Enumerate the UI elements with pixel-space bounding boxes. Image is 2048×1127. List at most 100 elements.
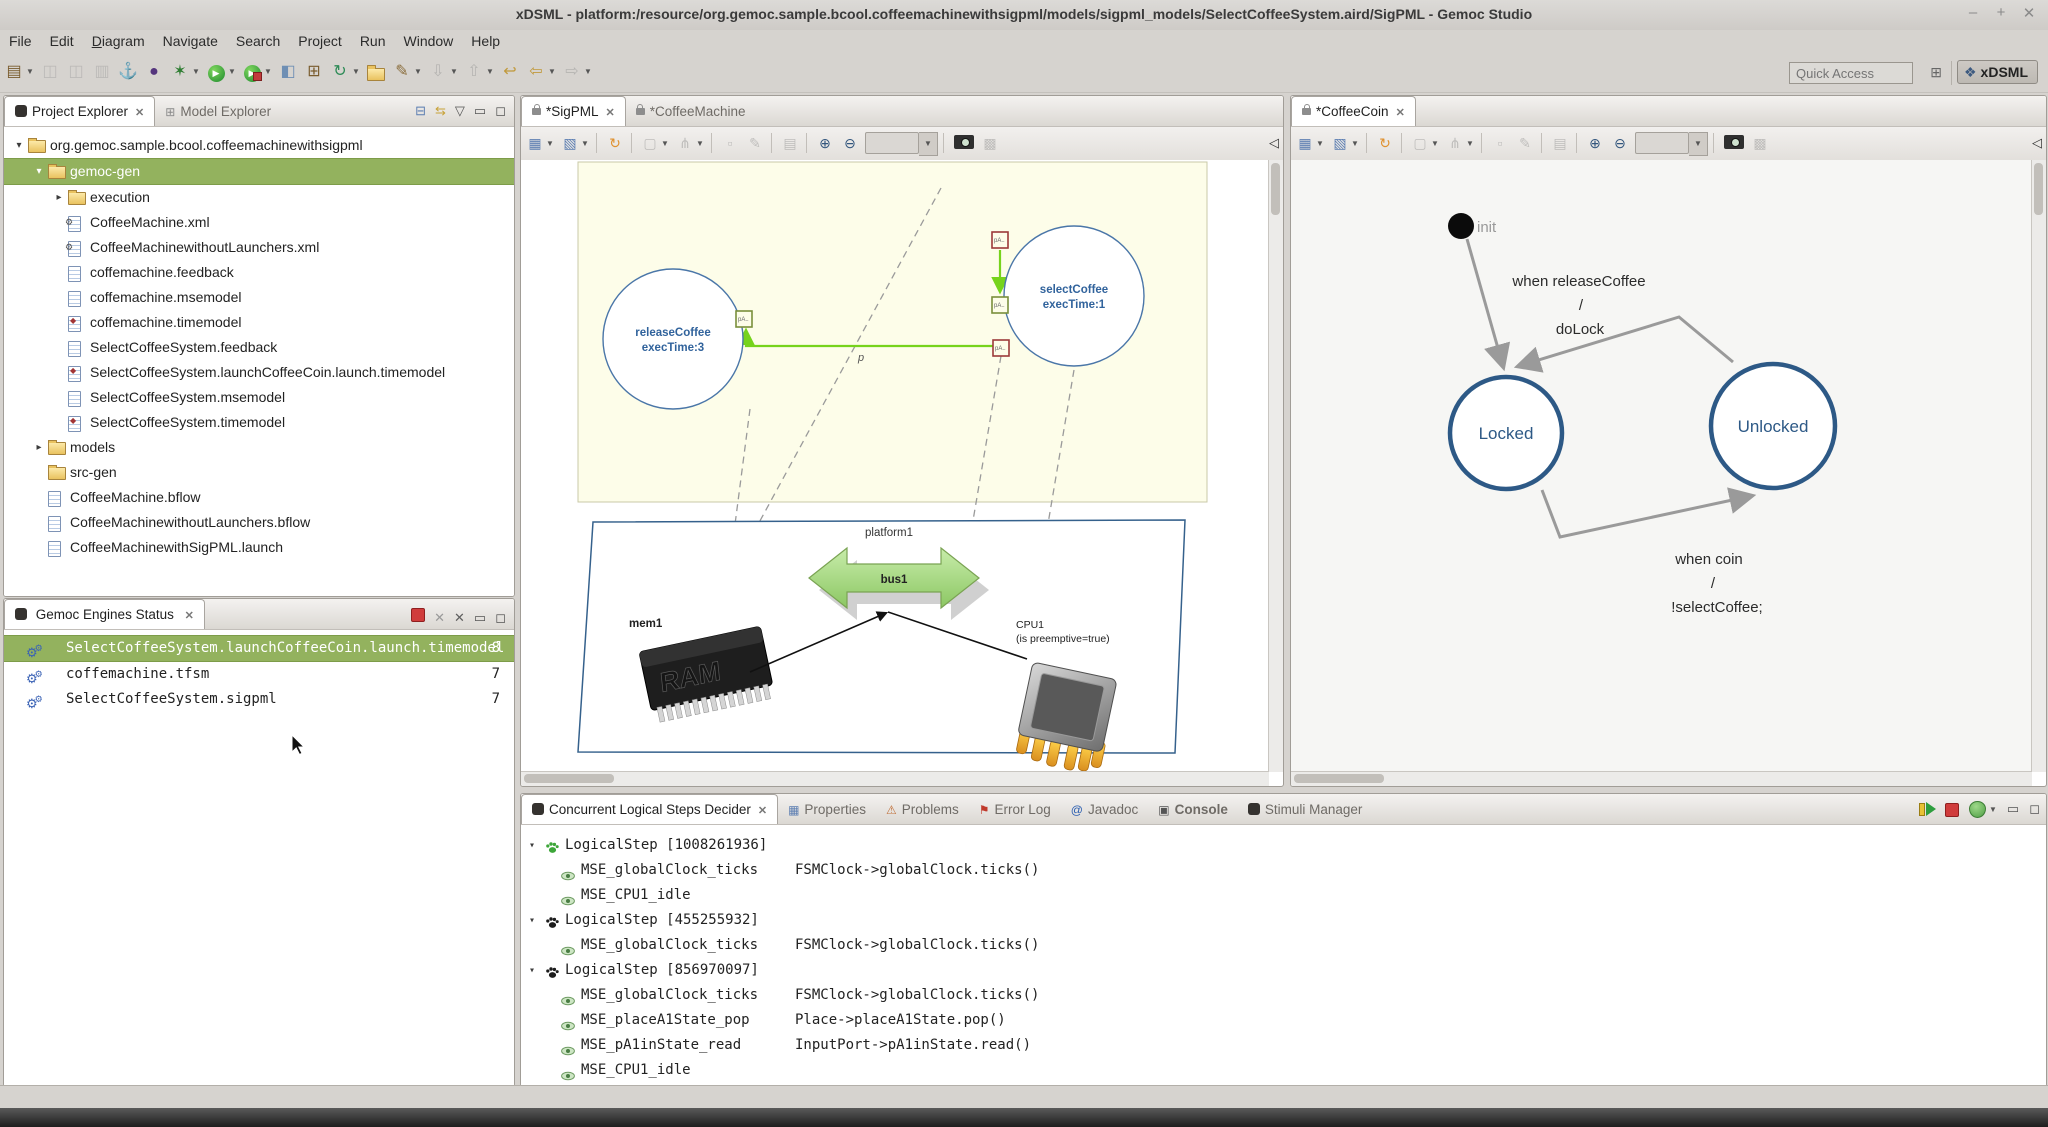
- actor-releasecoffee[interactable]: [603, 269, 743, 409]
- mark-occurrences-icon-dropdown[interactable]: ▼: [414, 60, 424, 84]
- layout-mode-icon-dropdown[interactable]: ▼: [546, 132, 556, 156]
- explorer-tab-project-explorer[interactable]: Project Explorer✕: [4, 96, 155, 126]
- tree-item-coffemachine-feedback[interactable]: coffemachine.feedback: [4, 260, 514, 285]
- logical-step-row[interactable]: ▾LogicalStep [856970097]: [521, 958, 2046, 983]
- sigpml-canvas[interactable]: p releaseCoffee execTime:3 selectCoffee …: [521, 160, 1269, 772]
- mse-event-row[interactable]: MSE_globalClock_ticksFSMClock->globalClo…: [521, 983, 2046, 1008]
- menu-project[interactable]: Project: [289, 30, 351, 52]
- save-all-icon[interactable]: ◫: [65, 60, 87, 84]
- profile-icon[interactable]: ▶: [241, 60, 263, 84]
- maximize-icon[interactable]: ◻: [2029, 794, 2040, 824]
- expand-arrow-icon[interactable]: ▸: [32, 435, 46, 460]
- mse-event-row[interactable]: MSE_placeA1State_popPlace->placeA1State.…: [521, 1008, 2046, 1033]
- zoom-out-icon[interactable]: ⊖: [1610, 132, 1630, 154]
- back-icon[interactable]: ⇦: [525, 60, 547, 84]
- selection-mode-icon-dropdown[interactable]: ▼: [581, 132, 591, 156]
- transition-selectcoffee[interactable]: [1542, 490, 1751, 537]
- collapse-palette-icon[interactable]: ◁: [2032, 135, 2042, 151]
- mse-event-row[interactable]: MSE_globalClock_ticksFSMClock->globalClo…: [521, 858, 2046, 883]
- zoom-in-icon[interactable]: ⊕: [1585, 132, 1605, 154]
- new-plugin-icon[interactable]: ⊞: [303, 60, 325, 84]
- copy-appearance-icon[interactable]: ▢: [1410, 132, 1430, 154]
- save-icon[interactable]: ◫: [39, 60, 61, 84]
- menu-help[interactable]: Help: [462, 30, 509, 52]
- view-tab-javadoc[interactable]: @Javadoc: [1061, 795, 1148, 824]
- hide-element-icon[interactable]: ▫: [720, 132, 740, 154]
- back-icon-dropdown[interactable]: ▼: [548, 60, 558, 84]
- tree-item-coffeemachinewithsigpml-launch[interactable]: CoffeeMachinewithSigPML.launch: [4, 535, 514, 560]
- explorer-tab-model-explorer[interactable]: ⊞Model Explorer: [155, 97, 281, 126]
- next-annotation-icon[interactable]: ⇩: [427, 60, 449, 84]
- last-edit-location-icon[interactable]: ↩: [499, 60, 521, 84]
- mse-event-row[interactable]: MSE_CPU1_idle: [521, 883, 2046, 908]
- view-tab-properties[interactable]: ▦Properties: [778, 795, 876, 824]
- initial-state-dot[interactable]: [1448, 213, 1474, 239]
- zoom-level-combo[interactable]: [1635, 132, 1689, 154]
- editor-tab--coffeecoin[interactable]: *CoffeeCoin✕: [1291, 96, 1416, 126]
- view-tab-problems[interactable]: ⚠Problems: [876, 795, 969, 824]
- hide-element-icon[interactable]: ▫: [1490, 132, 1510, 154]
- menu-edit[interactable]: Edit: [41, 30, 83, 52]
- view-tab-error-log[interactable]: ⚑Error Log: [969, 795, 1061, 824]
- run-icon-dropdown[interactable]: ▼: [228, 60, 238, 84]
- mse-event-row[interactable]: MSE_CPU1_idle: [521, 1058, 2046, 1083]
- tree-item-selectcoffeesystem-launchcoffeecoin-launch-timemodel[interactable]: SelectCoffeeSystem.launchCoffeeCoin.laun…: [4, 360, 514, 385]
- forward-icon-dropdown[interactable]: ▼: [584, 60, 594, 84]
- view-tab-stimuli-manager[interactable]: Stimuli Manager: [1238, 795, 1373, 824]
- mark-occurrences-icon[interactable]: ✎: [391, 60, 413, 84]
- tree-item-selectcoffeesystem-feedback[interactable]: SelectCoffeeSystem.feedback: [4, 335, 514, 360]
- view-tab-concurrent-logical-steps-decider[interactable]: Concurrent Logical Steps Decider✕: [521, 794, 778, 824]
- new-wizard-icon-dropdown[interactable]: ▼: [26, 60, 36, 84]
- menu-diagram[interactable]: Diagram: [83, 30, 154, 52]
- collapse-all-icon[interactable]: ⊟: [415, 96, 426, 126]
- menu-navigate[interactable]: Navigate: [154, 30, 227, 52]
- quick-access-input[interactable]: [1789, 62, 1913, 84]
- collapse-arrow-icon[interactable]: ▾: [529, 958, 535, 983]
- mse-event-row[interactable]: MSE_pA1inState_readInputPort->pA1inState…: [521, 1033, 2046, 1058]
- selection-mode-icon[interactable]: ▧: [1330, 132, 1350, 154]
- link-with-editor-icon[interactable]: ⇆: [435, 96, 446, 126]
- transition-dolock[interactable]: [1519, 317, 1733, 366]
- vertical-scrollbar[interactable]: [2031, 160, 2046, 772]
- print-icon[interactable]: ▥: [91, 60, 113, 84]
- menu-search[interactable]: Search: [227, 30, 289, 52]
- export-image-icon[interactable]: [954, 135, 974, 149]
- tab-gemoc-engines-status[interactable]: Gemoc Engines Status ✕: [4, 599, 205, 629]
- open-resource-icon[interactable]: [365, 60, 387, 84]
- horizontal-scrollbar[interactable]: [521, 771, 1269, 786]
- maximize-icon[interactable]: ◻: [495, 96, 506, 126]
- debug-icon-dropdown[interactable]: ▼: [192, 60, 202, 84]
- minimize-icon[interactable]: ▭: [2007, 794, 2019, 824]
- engine-row[interactable]: ⚙⚙coffemachine.tfsm7: [4, 662, 514, 687]
- next-annotation-icon-dropdown[interactable]: ▼: [450, 60, 460, 84]
- copy-appearance-icon-dropdown[interactable]: ▼: [661, 132, 671, 156]
- distribute-icon-dropdown[interactable]: ▼: [696, 132, 706, 156]
- collapse-palette-icon[interactable]: ◁: [1269, 135, 1279, 151]
- tree-item-selectcoffeesystem-timemodel[interactable]: SelectCoffeeSystem.timemodel: [4, 410, 514, 435]
- refresh-diagram-icon[interactable]: ↻: [605, 132, 625, 154]
- view-tab-console[interactable]: ▣Console: [1148, 795, 1238, 824]
- remove-all-icon[interactable]: ✕: [454, 603, 465, 633]
- initial-transition[interactable]: [1467, 239, 1503, 366]
- collapse-arrow-icon[interactable]: ▾: [32, 159, 46, 184]
- zoom-in-icon[interactable]: ⊕: [815, 132, 835, 154]
- open-perspective-icon[interactable]: ⊞: [1930, 64, 1942, 81]
- maximize-window-icon[interactable]: +: [1988, 4, 2014, 24]
- shield-icon[interactable]: ▼: [1969, 794, 1997, 829]
- tree-item-coffemachine-timemodel[interactable]: coffemachine.timemodel: [4, 310, 514, 335]
- build-refresh-icon-dropdown[interactable]: ▼: [352, 60, 362, 84]
- vertical-scrollbar[interactable]: [1268, 160, 1283, 772]
- layout-mode-icon[interactable]: ▦: [525, 132, 545, 154]
- profile-icon-dropdown[interactable]: ▼: [264, 60, 274, 84]
- run-icon[interactable]: ▶: [205, 60, 227, 84]
- debug-icon[interactable]: ✶: [169, 60, 191, 84]
- mse-event-row[interactable]: MSE_globalClock_ticksFSMClock->globalClo…: [521, 933, 2046, 958]
- collapse-arrow-icon[interactable]: ▾: [12, 133, 26, 158]
- selection-mode-icon[interactable]: ▧: [560, 132, 580, 154]
- previous-annotation-icon-dropdown[interactable]: ▼: [486, 60, 496, 84]
- forward-icon[interactable]: ⇨: [561, 60, 583, 84]
- tree-item-gemoc-gen[interactable]: ▾gemoc-gen: [4, 158, 514, 185]
- engine-row[interactable]: ⚙⚙SelectCoffeeSystem.sigpml7: [4, 687, 514, 712]
- minimize-window-icon[interactable]: –: [1960, 4, 1986, 24]
- menu-window[interactable]: Window: [395, 30, 463, 52]
